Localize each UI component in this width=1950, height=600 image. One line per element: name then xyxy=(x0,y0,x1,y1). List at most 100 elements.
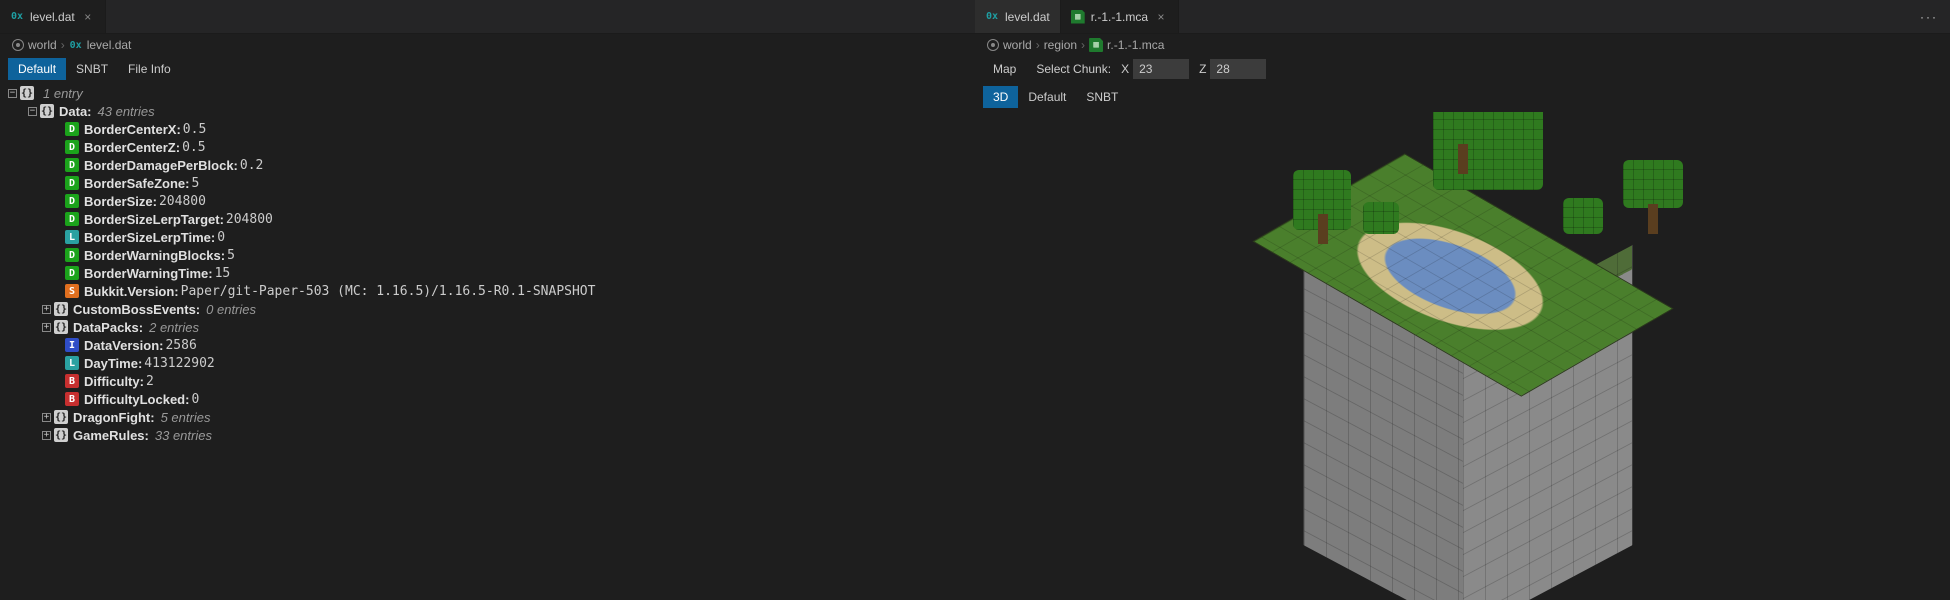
tree-compound-row[interactable]: +{}DataPacks: 2 entries xyxy=(8,318,971,336)
view-tab-snbt[interactable]: SNBT xyxy=(1076,86,1128,108)
node-value: 0 xyxy=(191,392,199,407)
tab-label: level.dat xyxy=(1005,10,1050,24)
tree-block xyxy=(1623,160,1683,220)
tree-leaf-row[interactable]: IDataVersion: 2586 xyxy=(8,336,971,354)
view-tab-fileinfo[interactable]: File Info xyxy=(118,58,181,80)
compound-tag-icon: {} xyxy=(54,302,68,316)
tree-leaf-row[interactable]: DBorderSize: 204800 xyxy=(8,192,971,210)
node-key: BorderDamagePerBlock: xyxy=(84,158,238,173)
tree-data-row[interactable]: − {} Data: 43 entries xyxy=(8,102,971,120)
breadcrumb-region[interactable]: region xyxy=(1044,38,1077,52)
tree-leaf-row[interactable]: LBorderSizeLerpTime: 0 xyxy=(8,228,971,246)
more-icon[interactable]: ··· xyxy=(1908,10,1950,24)
node-key: DragonFight: xyxy=(73,410,155,425)
breadcrumb-world[interactable]: world xyxy=(12,38,57,52)
compound-tag-icon: {} xyxy=(54,320,68,334)
tree-block xyxy=(1293,170,1353,230)
chunk-x-input[interactable] xyxy=(1133,59,1189,79)
nbt-type-B-icon: B xyxy=(65,392,79,406)
hex-file-icon: 0x xyxy=(985,10,999,24)
nbt-type-D-icon: D xyxy=(65,194,79,208)
node-key: CustomBossEvents: xyxy=(73,302,200,317)
tree-leaf-row[interactable]: B DifficultyLocked: 0 xyxy=(8,390,971,408)
node-key: Bukkit.Version: xyxy=(84,284,179,299)
node-key: BorderCenterX: xyxy=(84,122,181,137)
node-key: BorderCenterZ: xyxy=(84,140,180,155)
compound-tag-icon: {} xyxy=(20,86,34,100)
node-value: 0.2 xyxy=(240,158,263,173)
tree-leaf-row[interactable]: SBukkit.Version: Paper/git-Paper-503 (MC… xyxy=(8,282,971,300)
close-icon[interactable]: × xyxy=(1154,10,1168,24)
node-meta: 2 entries xyxy=(149,320,199,335)
node-value: 2 xyxy=(146,374,154,389)
node-key: BorderSizeLerpTime: xyxy=(84,230,215,245)
tab-level-dat[interactable]: 0x level.dat xyxy=(975,0,1061,33)
tree-leaf-row[interactable]: DBorderCenterZ: 0.5 xyxy=(8,138,971,156)
left-view-tabs: Default SNBT File Info xyxy=(0,56,975,84)
collapse-icon[interactable]: − xyxy=(8,89,17,98)
nbt-type-L-icon: L xyxy=(65,356,79,370)
node-key: DayTime: xyxy=(84,356,142,371)
tree-leaf-row[interactable]: D BorderWarningTime: 15 xyxy=(8,264,971,282)
chevron-right-icon: › xyxy=(1036,38,1040,52)
tree-leaf-row[interactable]: DBorderSizeLerpTarget: 204800 xyxy=(8,210,971,228)
chunk-3d-model xyxy=(1203,120,1723,560)
nbt-type-D-icon: D xyxy=(65,248,79,262)
nbt-type-D-icon: D xyxy=(65,266,79,280)
tree-compound-row[interactable]: +{}DragonFight: 5 entries xyxy=(8,408,971,426)
node-key: BorderWarningBlocks: xyxy=(84,248,225,263)
node-value: 413122902 xyxy=(144,356,214,371)
node-key: DifficultyLocked: xyxy=(84,392,189,407)
tree-leaf-row[interactable]: D BorderWarningBlocks: 5 xyxy=(8,246,971,264)
tree-leaf-row[interactable]: BDifficulty: 2 xyxy=(8,372,971,390)
tree-leaf-row[interactable]: D BorderDamagePerBlock: 0.2 xyxy=(8,156,971,174)
close-icon[interactable]: × xyxy=(81,10,95,24)
view-tab-3d[interactable]: 3D xyxy=(983,86,1018,108)
nbt-type-L-icon: L xyxy=(65,230,79,244)
tab-level-dat[interactable]: 0x level.dat × xyxy=(0,0,106,33)
expand-icon[interactable]: + xyxy=(42,323,51,332)
map-button[interactable]: Map xyxy=(983,58,1026,80)
chunk-z-input[interactable] xyxy=(1210,59,1266,79)
hex-file-icon: 0x xyxy=(10,10,24,24)
expand-icon[interactable]: + xyxy=(42,413,51,422)
tab-label: level.dat xyxy=(30,10,75,24)
node-key: Difficulty: xyxy=(84,374,144,389)
node-value: 5 xyxy=(227,248,235,263)
breadcrumb-mca[interactable]: ▦r.-1.-1.mca xyxy=(1089,38,1164,52)
node-key: DataVersion: xyxy=(84,338,163,353)
view-tab-snbt[interactable]: SNBT xyxy=(66,58,118,80)
compound-tag-icon: {} xyxy=(54,428,68,442)
tree-leaf-row[interactable]: DBorderCenterX: 0.5 xyxy=(8,120,971,138)
node-value: 15 xyxy=(215,266,231,281)
compound-tag-icon: {} xyxy=(54,410,68,424)
tree-block xyxy=(1433,112,1493,160)
disc-icon xyxy=(12,39,24,51)
breadcrumb-level-dat[interactable]: 0xlevel.dat xyxy=(69,38,132,52)
tree-leaf-row[interactable]: L DayTime: 413122902 xyxy=(8,354,971,372)
select-chunk-label: Select Chunk: xyxy=(1036,62,1111,76)
expand-icon[interactable]: + xyxy=(42,305,51,314)
tree-leaf-row[interactable]: DBorderSafeZone: 5 xyxy=(8,174,971,192)
nbt-type-D-icon: D xyxy=(65,158,79,172)
node-key: Data: xyxy=(59,104,92,119)
node-value: 0.5 xyxy=(183,122,206,137)
breadcrumb: world › 0xlevel.dat xyxy=(0,34,975,56)
tab-r--1--1-mca[interactable]: ▦r.-1.-1.mca× xyxy=(1061,0,1179,33)
tree-compound-row[interactable]: +{}CustomBossEvents: 0 entries xyxy=(8,300,971,318)
node-key: BorderWarningTime: xyxy=(84,266,213,281)
view-tab-default[interactable]: Default xyxy=(1018,86,1076,108)
chunk-selector-bar: Map Select Chunk: X Z xyxy=(975,56,1950,84)
compound-tag-icon: {} xyxy=(40,104,54,118)
collapse-icon[interactable]: − xyxy=(28,107,37,116)
view-tab-default[interactable]: Default xyxy=(8,58,66,80)
breadcrumb-world[interactable]: world xyxy=(987,38,1032,52)
mca-file-icon: ▦ xyxy=(1071,10,1085,24)
expand-icon[interactable]: + xyxy=(42,431,51,440)
chunk-3d-viewport[interactable] xyxy=(975,112,1950,600)
node-key: BorderSizeLerpTarget: xyxy=(84,212,224,227)
node-key: BorderSize: xyxy=(84,194,157,209)
tree-compound-row[interactable]: +{}GameRules: 33 entries xyxy=(8,426,971,444)
tree-root-row[interactable]: − {} 1 entry xyxy=(8,84,971,102)
left-tabbar: 0x level.dat × xyxy=(0,0,975,34)
